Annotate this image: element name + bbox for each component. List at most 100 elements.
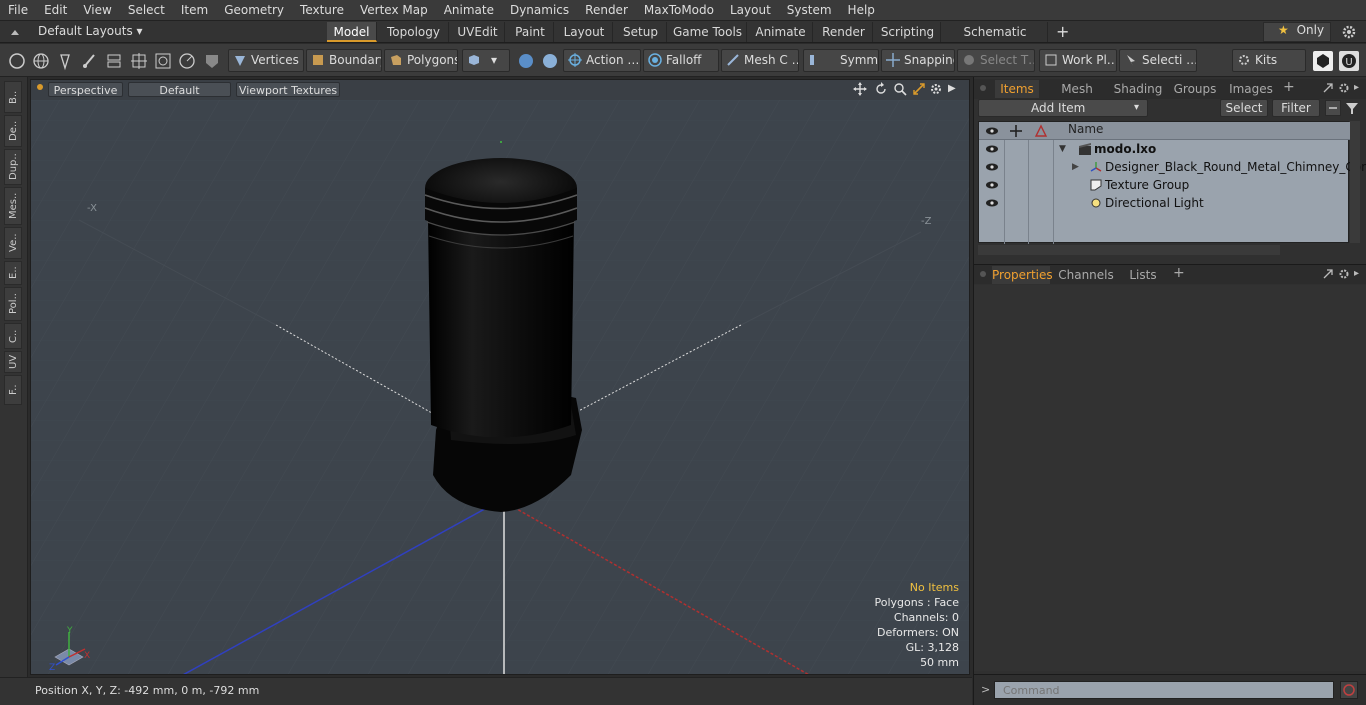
tab-model[interactable]: Model	[327, 22, 377, 42]
material-dropdown[interactable]: ▾	[462, 49, 510, 72]
menu-system[interactable]: System	[779, 3, 840, 17]
item-row-directional-light[interactable]: Directional Light	[979, 194, 1350, 212]
tab-paint[interactable]: Paint	[507, 22, 554, 42]
left-tab-curve[interactable]: C..	[4, 323, 22, 349]
workplane-button[interactable]: Work Pl…	[1039, 49, 1117, 72]
name-column-header[interactable]: Name	[1068, 122, 1103, 136]
command-input[interactable]	[994, 681, 1334, 699]
item-row-scene[interactable]: ▼ modo.lxo	[979, 140, 1350, 158]
viewport-scene[interactable]: -X -Z Y X Z	[31, 80, 970, 675]
pen-icon[interactable]	[55, 51, 75, 71]
viewport-menu-dot[interactable]	[37, 84, 43, 90]
align-icon[interactable]	[104, 51, 124, 71]
chimney-model[interactable]	[424, 141, 582, 512]
items-panel-gear-icon[interactable]	[1338, 82, 1350, 94]
visibility-eye-icon[interactable]	[985, 196, 999, 210]
globe-icon[interactable]	[31, 51, 51, 71]
tab-uvedit[interactable]: UVEdit	[451, 22, 505, 42]
menu-vertex-map[interactable]: Vertex Map	[352, 3, 436, 17]
falloff-button[interactable]: Falloff	[643, 49, 719, 72]
tab-properties[interactable]: Properties	[992, 266, 1053, 284]
add-tab-icon[interactable]: +	[1056, 22, 1069, 41]
rotate-icon[interactable]	[177, 51, 197, 71]
left-tab-fusion[interactable]: F..	[4, 375, 22, 405]
left-tab-duplicate[interactable]: Dup..	[4, 149, 22, 185]
selection-sets-button[interactable]: Selecti …	[1119, 49, 1197, 72]
boundary-button[interactable]: Boundary	[306, 49, 382, 72]
menu-view[interactable]: View	[75, 3, 119, 17]
menu-maxtomodo[interactable]: MaxToModo	[636, 3, 722, 17]
left-tab-vertex[interactable]: Ve..	[4, 227, 22, 259]
rotate-view-icon[interactable]	[874, 82, 888, 96]
gear-icon[interactable]	[1341, 24, 1357, 40]
tab-game-tools[interactable]: Game Tools	[669, 22, 747, 42]
menu-dynamics[interactable]: Dynamics	[502, 3, 577, 17]
select-through-button[interactable]: Select T…	[957, 49, 1035, 72]
layout-collapse-icon[interactable]	[8, 25, 22, 39]
menu-edit[interactable]: Edit	[36, 3, 75, 17]
expand-arrow-icon[interactable]: ▶	[1072, 158, 1079, 176]
shield-select-icon[interactable]	[202, 51, 222, 71]
visibility-eye-icon[interactable]	[985, 142, 999, 156]
item-row-mesh[interactable]: ▶ Designer_Black_Round_Metal_Chimney_Cor…	[979, 158, 1366, 176]
left-tab-polygon[interactable]: Pol..	[4, 287, 22, 321]
filter-button[interactable]: Filter	[1272, 99, 1320, 117]
menu-geometry[interactable]: Geometry	[216, 3, 292, 17]
move-view-icon[interactable]	[853, 82, 867, 96]
left-tab-mesh-edit[interactable]: Mes..	[4, 187, 22, 225]
tab-groups[interactable]: Groups	[1169, 80, 1221, 98]
grid-transform-icon[interactable]	[129, 51, 149, 71]
symmetry-button[interactable]: Symm …	[803, 49, 879, 72]
tab-schematic-fusion[interactable]: Schematic Fusion	[943, 22, 1048, 59]
properties-panel-dot[interactable]	[980, 271, 986, 277]
view-mode-button[interactable]: Perspective	[48, 82, 123, 97]
items-panel-dot[interactable]	[980, 85, 986, 91]
shading-mode-button[interactable]: Default	[128, 82, 231, 97]
item-row-texture-group[interactable]: Texture Group	[979, 176, 1350, 194]
menu-animate[interactable]: Animate	[436, 3, 502, 17]
only-toggle[interactable]: ★ Only	[1263, 22, 1331, 42]
snapping-button[interactable]: Snapping	[881, 49, 955, 72]
menu-texture[interactable]: Texture	[292, 3, 352, 17]
menu-select[interactable]: Select	[120, 3, 173, 17]
tab-animate[interactable]: Animate	[749, 22, 813, 42]
brush-icon[interactable]	[79, 51, 99, 71]
properties-gear-icon[interactable]	[1338, 268, 1350, 280]
tab-render[interactable]: Render	[815, 22, 873, 42]
add-properties-tab-icon[interactable]: +	[1173, 265, 1185, 281]
menu-item[interactable]: Item	[173, 3, 216, 17]
tab-channels[interactable]: Channels	[1058, 266, 1114, 284]
left-tab-uv[interactable]: UV	[4, 351, 22, 373]
3d-viewport[interactable]: -X -Z Y X Z Perspective Default Viewport…	[30, 79, 970, 675]
action-center-button[interactable]: Action …	[563, 49, 641, 72]
tab-lists[interactable]: Lists	[1122, 266, 1164, 284]
tab-topology[interactable]: Topology	[379, 22, 449, 42]
scale-icon[interactable]	[153, 51, 173, 71]
menu-render[interactable]: Render	[577, 3, 636, 17]
items-scrollbar[interactable]	[1350, 121, 1360, 243]
select-circle-icon[interactable]	[7, 51, 27, 71]
tab-setup[interactable]: Setup	[615, 22, 667, 42]
fit-view-icon[interactable]	[912, 82, 926, 96]
tab-scripting[interactable]: Scripting	[875, 22, 941, 42]
tab-images[interactable]: Images	[1225, 80, 1277, 98]
tab-mesh-ops[interactable]: Mesh Ops	[1048, 80, 1106, 114]
menu-file[interactable]: File	[0, 3, 36, 17]
left-tab-deform[interactable]: De..	[4, 115, 22, 147]
collapse-list-icon[interactable]	[1325, 100, 1341, 116]
add-items-tab-icon[interactable]: +	[1283, 79, 1295, 95]
items-panel-popout-icon[interactable]	[1322, 82, 1334, 94]
items-hscrollbar[interactable]	[978, 245, 1280, 255]
kits-button[interactable]: Kits	[1232, 49, 1306, 72]
menu-layout[interactable]: Layout	[722, 3, 779, 17]
vertices-button[interactable]: Vertices	[228, 49, 304, 72]
visibility-eye-icon[interactable]	[985, 160, 999, 174]
visibility-eye-icon[interactable]	[985, 178, 999, 192]
expand-arrow-icon[interactable]: ▼	[1059, 140, 1066, 158]
symmetry-y-icon[interactable]	[540, 51, 560, 71]
tab-items[interactable]: Items	[995, 80, 1039, 98]
polygons-button[interactable]: Polygons	[384, 49, 458, 72]
items-panel-menu-icon[interactable]: ▸	[1354, 82, 1364, 94]
properties-menu-icon[interactable]: ▸	[1354, 268, 1359, 279]
left-tab-basic[interactable]: B..	[4, 81, 22, 113]
